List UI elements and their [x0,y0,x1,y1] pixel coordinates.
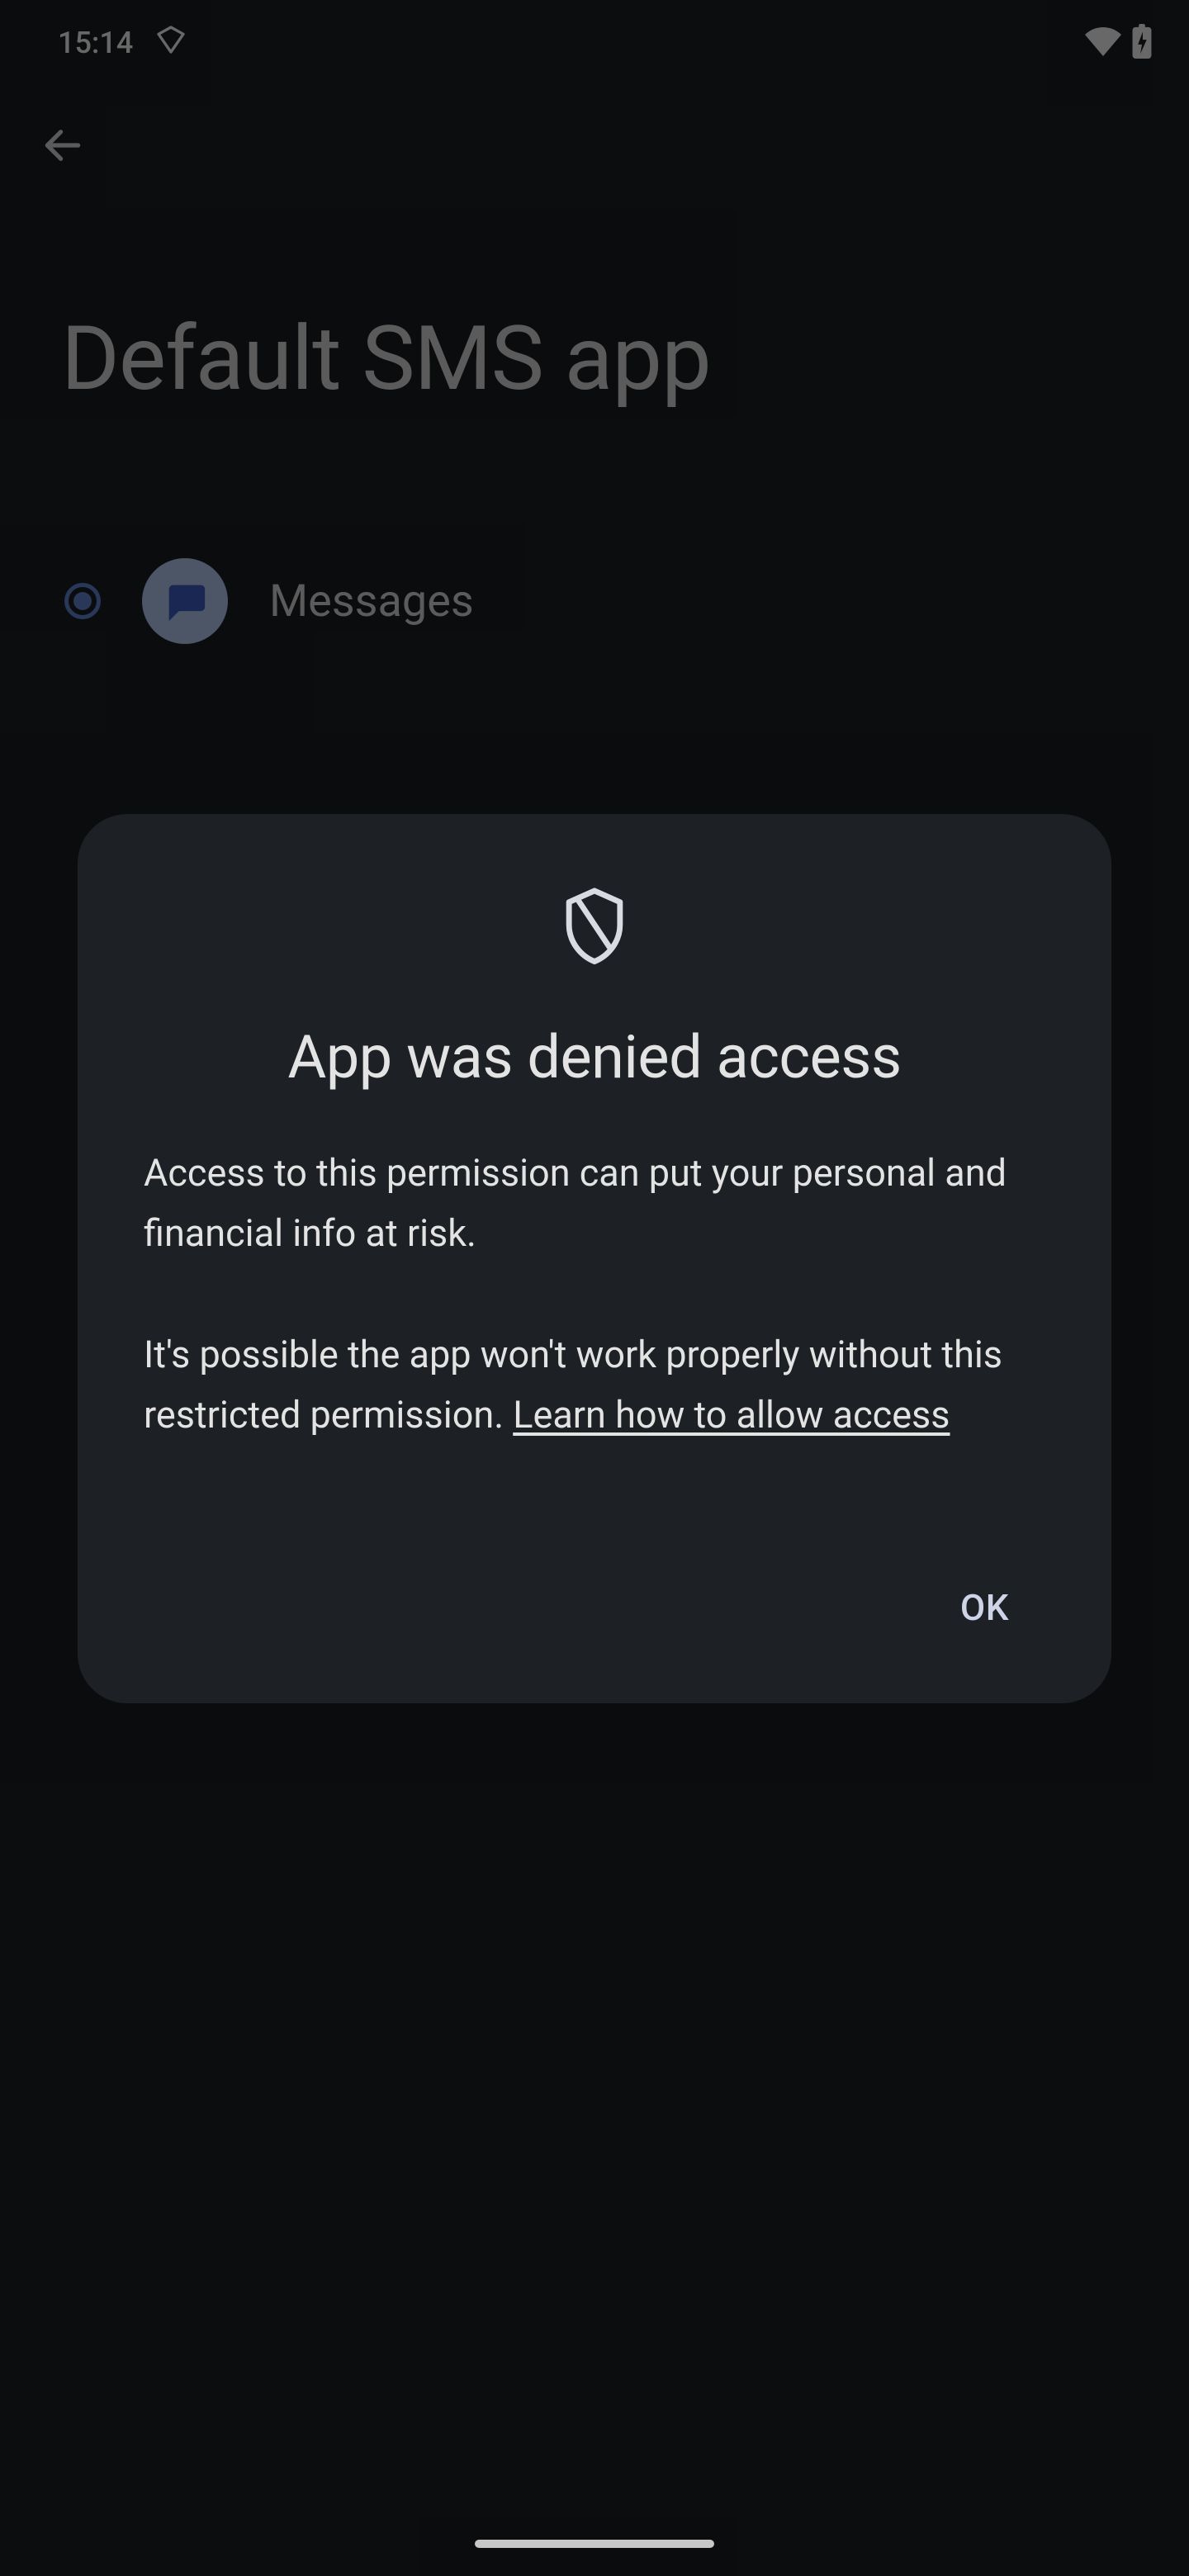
permission-denied-dialog: App was denied access Access to this per… [78,814,1111,1703]
navigation-handle[interactable] [475,2540,714,2548]
dialog-title: App was denied access [144,1022,1045,1092]
dialog-actions: OK [144,1570,1045,1646]
shield-warning-icon [144,885,1045,964]
learn-how-link[interactable]: Learn how to allow access [513,1393,950,1437]
dialog-body-paragraph-2: It's possible the app won't work properl… [144,1325,1045,1446]
dialog-body-paragraph-1: Access to this permission can put your p… [144,1144,1045,1264]
ok-button[interactable]: OK [924,1570,1045,1646]
dialog-body: Access to this permission can put your p… [144,1144,1045,1446]
